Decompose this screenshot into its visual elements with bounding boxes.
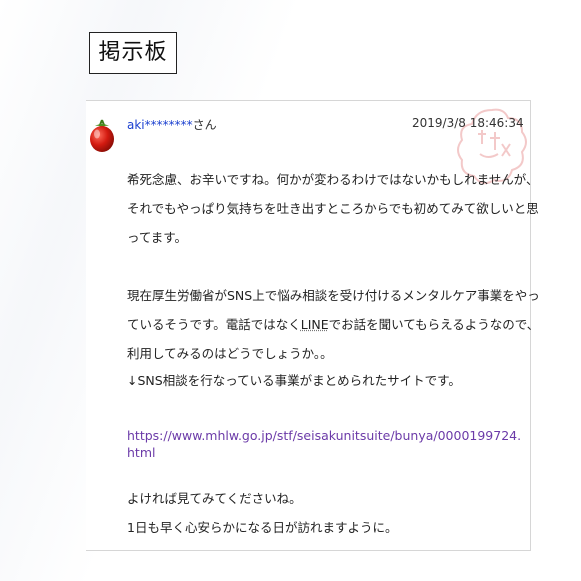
post-text-line: 現在厚生労働省がSNS上で悩み相談を受け付けるメンタルケア事業をやっ <box>127 288 540 303</box>
mhlw-link[interactable]: https://www.mhlw.go.jp/stf/seisakunitsui… <box>127 427 527 461</box>
author-honorific: さん <box>192 118 217 132</box>
post-text-segment: でお話を聞いてもらえるようなので、 <box>328 317 540 332</box>
post-text-line: 希死念慮、お辛いですね。何かが変わるわけではないかもしれませんが、 <box>127 172 539 187</box>
post-text-line: ってます。 <box>127 230 188 245</box>
board-title: 掲示板 <box>89 32 177 74</box>
tomato-icon <box>90 119 114 152</box>
line-keyword: LINE <box>300 317 329 332</box>
post-text-line: よければ見てみてくださいね。 <box>127 491 302 506</box>
post-text-line: ↓SNS相談を行なっている事業がまとめられたサイトです。 <box>127 373 461 388</box>
post-timestamp: 2019/3/8 18:46:34 <box>412 116 524 130</box>
post-text-line: それでもやっぱり気持ちを吐き出すところからでも初めてみて欲しいと思 <box>127 201 539 216</box>
post-text-line: 1日も早く心安らかになる日が訪れますように。 <box>127 520 398 535</box>
post-author: aki********さん <box>127 116 217 133</box>
post-text-line: ているそうです。電話ではなくLINEでお話を聞いてもらえるようなので、 <box>127 310 539 339</box>
post-text-line: 利用してみるのはどうでしょうか。。 <box>127 346 333 361</box>
page: 掲示板 aki********さん 2019/3/8 18:46:34 希死念慮… <box>0 0 581 581</box>
post-text-segment: ているそうです。電話ではなく <box>127 317 301 332</box>
author-name[interactable]: aki******** <box>127 118 193 132</box>
